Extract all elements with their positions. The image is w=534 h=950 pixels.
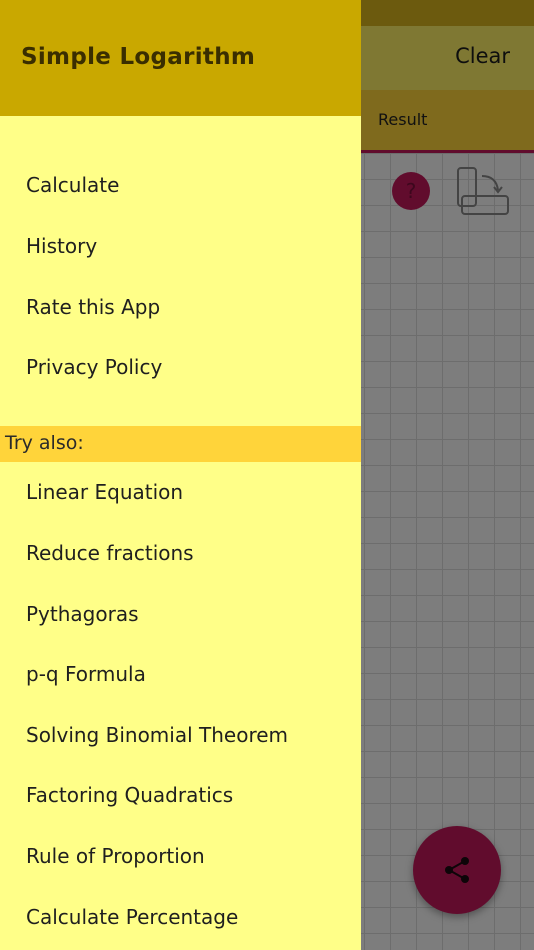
menu-item-linear-equation[interactable]: Linear Equation	[26, 480, 183, 504]
menu-item-rule-of-proportion[interactable]: Rule of Proportion	[26, 844, 205, 868]
menu-item-factoring-quadratics[interactable]: Factoring Quadratics	[26, 783, 233, 807]
menu-item-calculate[interactable]: Calculate	[26, 173, 119, 197]
menu-item-binomial-theorem[interactable]: Solving Binomial Theorem	[26, 723, 288, 747]
menu-item-rate-app[interactable]: Rate this App	[26, 295, 160, 319]
menu-item-pythagoras[interactable]: Pythagoras	[26, 602, 139, 626]
drawer-header: Simple Logarithm	[0, 0, 361, 116]
navigation-drawer: Simple Logarithm Calculate History Rate …	[0, 0, 361, 950]
menu-item-calculate-percentage[interactable]: Calculate Percentage	[26, 905, 238, 929]
drawer-title: Simple Logarithm	[21, 44, 256, 70]
try-also-label: Try also:	[5, 432, 84, 454]
menu-item-history[interactable]: History	[26, 234, 97, 258]
menu-item-privacy-policy[interactable]: Privacy Policy	[26, 355, 162, 379]
menu-item-pq-formula[interactable]: p-q Formula	[26, 662, 146, 686]
menu-item-reduce-fractions[interactable]: Reduce fractions	[26, 541, 194, 565]
